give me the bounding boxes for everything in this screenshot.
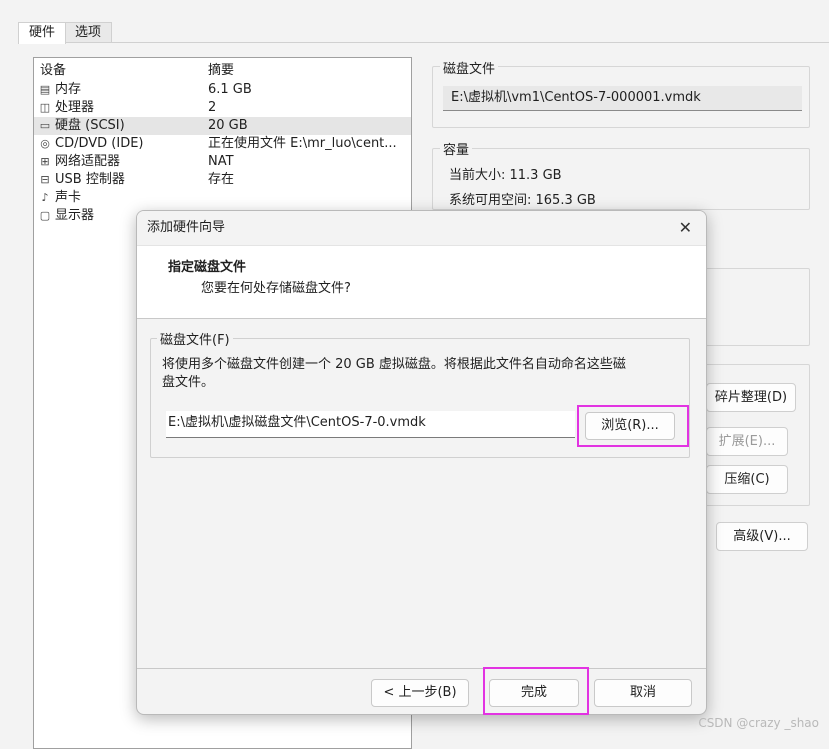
- summary-column-header[interactable]: 摘要: [208, 62, 234, 80]
- device-summary: 6.1 GB: [208, 82, 252, 97]
- device-name: 处理器: [55, 100, 95, 115]
- expand-button[interactable]: 扩展(E)...: [706, 427, 788, 456]
- disk-file-path-field[interactable]: E:\虚拟机\vm1\CentOS-7-000001.vmdk: [443, 86, 802, 111]
- device-name: CD/DVD (IDE): [55, 136, 144, 151]
- dialog-header: 指定磁盘文件 您要在何处存储磁盘文件?: [137, 245, 706, 319]
- compact-button[interactable]: 压缩(C): [706, 465, 788, 494]
- device-name: USB 控制器: [55, 172, 125, 187]
- harddisk-icon: ▭: [39, 119, 51, 132]
- device-summary: 正在使用文件 E:\mr_luo\cent...: [208, 136, 397, 151]
- device-name: 硬盘 (SCSI): [55, 118, 125, 133]
- dialog-title: 添加硬件向导: [147, 220, 226, 235]
- device-column-header[interactable]: 设备: [40, 62, 66, 80]
- info-group: [700, 268, 810, 346]
- disk-file-path-input[interactable]: E:\虚拟机\虚拟磁盘文件\CentOS-7-0.vmdk: [166, 411, 575, 438]
- sound-icon: ♪: [41, 191, 49, 204]
- dialog-titlebar[interactable]: 添加硬件向导 ✕: [137, 211, 706, 245]
- disk-file-group-title: 磁盘文件: [440, 58, 499, 77]
- network-icon: ⊞: [40, 155, 50, 168]
- device-name: 声卡: [55, 190, 82, 205]
- processor-icon: ◫: [39, 101, 51, 114]
- back-button[interactable]: < 上一步(B): [371, 679, 469, 707]
- disk-file-fieldset-label: 磁盘文件(F): [157, 329, 233, 348]
- device-row-processor[interactable]: ◫ 处理器 2: [34, 99, 411, 117]
- device-row-harddisk[interactable]: ▭ 硬盘 (SCSI) 20 GB: [34, 117, 411, 135]
- dialog-subheading: 您要在何处存储磁盘文件?: [201, 281, 351, 296]
- device-row-network[interactable]: ⊞ 网络适配器 NAT: [34, 153, 411, 171]
- cancel-button[interactable]: 取消: [594, 679, 692, 707]
- device-row-usb[interactable]: ⊟ USB 控制器 存在: [34, 171, 411, 189]
- device-row-sound[interactable]: ♪ 声卡: [34, 189, 411, 207]
- description-line-1: 将使用多个磁盘文件创建一个 20 GB 虚拟磁盘。将根据此文件名自动命名这些磁: [162, 357, 626, 372]
- tab-options[interactable]: 选项: [64, 22, 113, 43]
- dialog-heading: 指定磁盘文件: [168, 260, 247, 275]
- device-summary: 2: [208, 100, 217, 115]
- capacity-group-title: 容量: [440, 139, 473, 158]
- free-space-text: 系统可用空间: 165.3 GB: [449, 193, 596, 208]
- device-summary: 20 GB: [208, 118, 248, 133]
- dialog-footer-divider: [137, 668, 706, 669]
- advanced-button[interactable]: 高级(V)...: [716, 522, 808, 551]
- monitor-icon: ▢: [39, 209, 51, 222]
- cd-icon: ◎: [40, 137, 50, 150]
- defragment-button[interactable]: 碎片整理(D): [706, 383, 796, 412]
- tab-hardware[interactable]: 硬件: [18, 22, 67, 44]
- current-size-text: 当前大小: 11.3 GB: [449, 168, 562, 183]
- device-summary: NAT: [208, 154, 234, 169]
- finish-highlight-box: [483, 667, 589, 715]
- device-name: 内存: [55, 82, 82, 97]
- memory-icon: ▤: [39, 83, 51, 96]
- device-summary: 存在: [208, 172, 235, 187]
- device-row-cddvd[interactable]: ◎ CD/DVD (IDE) 正在使用文件 E:\mr_luo\cent...: [34, 135, 411, 153]
- browse-highlight-box: [577, 405, 689, 447]
- watermark: CSDN @crazy _shao: [698, 716, 819, 730]
- device-name: 显示器: [55, 208, 95, 223]
- tab-bar: [0, 0, 829, 40]
- close-icon[interactable]: ✕: [679, 211, 692, 245]
- add-hardware-wizard-dialog: 添加硬件向导 ✕ 指定磁盘文件 您要在何处存储磁盘文件? 磁盘文件(F) 将使用…: [136, 210, 707, 715]
- usb-icon: ⊟: [40, 173, 50, 186]
- device-row-memory[interactable]: ▤ 内存 6.1 GB: [34, 81, 411, 99]
- device-name: 网络适配器: [55, 154, 121, 169]
- description-line-2: 盘文件。: [162, 375, 215, 390]
